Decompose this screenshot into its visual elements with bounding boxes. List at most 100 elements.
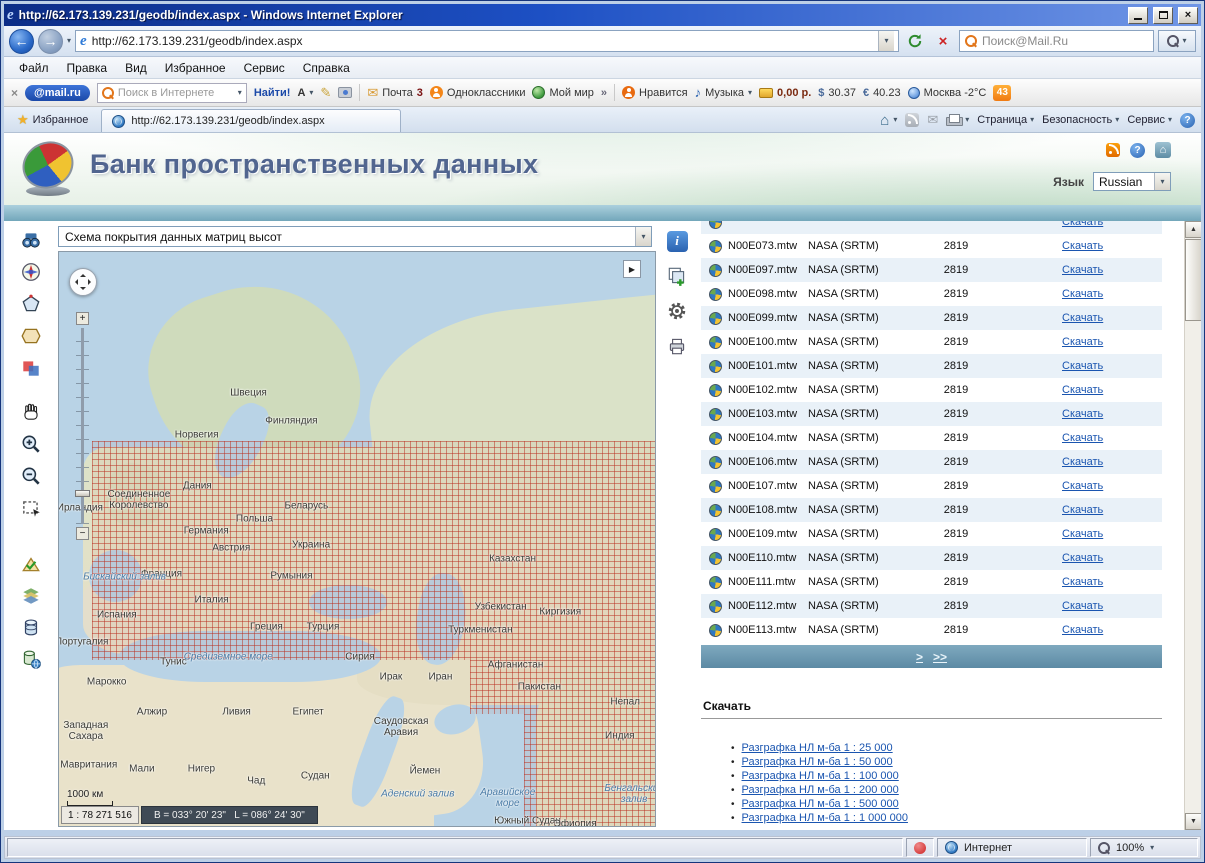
command-button[interactable]: Безопасность▾ — [1042, 114, 1119, 126]
download-list-link[interactable]: Разграфка НЛ м-ба 1 : 50 000 — [742, 756, 893, 768]
zoom-in-tool[interactable] — [18, 431, 44, 457]
download-link[interactable]: Скачать — [1062, 221, 1118, 228]
download-link[interactable]: Скачать — [1062, 504, 1118, 516]
download-list-link[interactable]: Разграфка НЛ м-ба 1 : 500 000 — [742, 798, 899, 810]
back-button[interactable]: ← — [9, 29, 34, 54]
map-pan-control[interactable] — [69, 268, 97, 296]
compass-tool[interactable] — [18, 259, 44, 285]
home-button[interactable]: ⌂▾ — [880, 113, 897, 128]
mailru-logo[interactable]: @mail.ru — [25, 85, 90, 101]
select-area-tool[interactable] — [18, 495, 44, 521]
select-polygon-tool[interactable] — [18, 291, 44, 317]
download-link[interactable]: Скачать — [1062, 408, 1118, 420]
like-button[interactable]: Нравится — [622, 86, 688, 99]
download-link[interactable]: Скачать — [1062, 576, 1118, 588]
stop-button[interactable]: × — [931, 30, 955, 52]
zoom-plus-button[interactable]: + — [76, 312, 89, 325]
history-dropdown-icon[interactable]: ▾ — [67, 37, 71, 45]
map-zoom-slider[interactable]: + − — [75, 312, 91, 540]
menu-item[interactable]: Вид — [116, 59, 156, 77]
scrollbar-thumb[interactable] — [1185, 239, 1201, 321]
address-input[interactable]: e http://62.173.139.231/geodb/index.aspx… — [75, 30, 899, 52]
minimize-button[interactable] — [1128, 7, 1148, 24]
forward-button[interactable]: → — [38, 29, 63, 54]
download-link[interactable]: Скачать — [1062, 360, 1118, 372]
map-layer-select[interactable]: Схема покрытия данных матриц высот ▾ — [58, 226, 652, 247]
download-link[interactable]: Скачать — [1062, 336, 1118, 348]
download-link[interactable]: Скачать — [1062, 552, 1118, 564]
close-toolbar-icon[interactable]: × — [11, 86, 18, 100]
toolbar-overflow-icon[interactable]: » — [601, 87, 607, 99]
download-link[interactable]: Скачать — [1062, 264, 1118, 276]
feeds-icon[interactable] — [905, 113, 919, 127]
measure-tool[interactable] — [18, 551, 44, 577]
download-link[interactable]: Скачать — [1062, 312, 1118, 324]
download-list-link[interactable]: Разграфка НЛ м-ба 1 : 100 000 — [742, 770, 899, 782]
vertical-scrollbar[interactable]: ▲ ▼ — [1184, 221, 1201, 830]
photos-icon[interactable] — [338, 87, 352, 98]
wallet-button[interactable]: 0,00 р. — [759, 87, 811, 99]
usd-rate[interactable]: $ 30.37 — [818, 87, 856, 99]
download-link[interactable]: Скачать — [1062, 456, 1118, 468]
clip-tool[interactable] — [18, 355, 44, 381]
music-button[interactable]: ♪ Музыка▾ — [695, 85, 752, 100]
notification-badge[interactable]: 43 — [993, 85, 1011, 101]
export-database-tool[interactable] — [18, 615, 44, 641]
search-input[interactable]: Поиск@Mail.Ru — [959, 30, 1154, 52]
download-list-link[interactable]: Разграфка НЛ м-ба 1 : 1 000 000 — [742, 812, 908, 824]
menu-item[interactable]: Правка — [58, 59, 117, 77]
maximize-button[interactable] — [1153, 7, 1173, 24]
menu-item[interactable]: Файл — [10, 59, 58, 77]
search-button[interactable]: ▾ — [1158, 30, 1196, 52]
scroll-down-icon[interactable]: ▼ — [1185, 813, 1201, 830]
layers-tool[interactable] — [18, 583, 44, 609]
settings-tool[interactable] — [665, 299, 689, 323]
download-list-link[interactable]: Разграфка НЛ м-ба 1 : 25 000 — [742, 742, 893, 754]
site-help-icon[interactable]: ? — [1130, 143, 1145, 158]
read-mail-icon[interactable]: ✉ — [927, 112, 938, 128]
favorites-button[interactable]: ★ Избранное — [10, 108, 95, 132]
command-button[interactable]: Сервис▾ — [1127, 114, 1172, 126]
find-button[interactable]: Найти! — [254, 87, 291, 99]
menu-item[interactable]: Сервис — [235, 59, 294, 77]
print-button[interactable]: ▾ — [946, 114, 969, 126]
zoom-minus-button[interactable]: − — [76, 527, 89, 540]
menu-item[interactable]: Справка — [294, 59, 359, 77]
download-list-link[interactable]: Разграфка НЛ м-ба 1 : 200 000 — [742, 784, 899, 796]
download-link[interactable]: Скачать — [1062, 528, 1118, 540]
eur-rate[interactable]: € 40.23 — [863, 87, 901, 99]
add-layer-tool[interactable] — [665, 264, 689, 288]
language-select[interactable]: Russian ▾ — [1093, 172, 1171, 191]
moy-mir-button[interactable]: Мой мир — [532, 86, 593, 99]
panel-collapse-button[interactable]: ▶ — [623, 260, 641, 278]
download-link[interactable]: Скачать — [1062, 624, 1118, 636]
download-link[interactable]: Скачать — [1062, 480, 1118, 492]
address-dropdown-icon[interactable]: ▾ — [878, 31, 894, 51]
database-globe-tool[interactable] — [18, 647, 44, 673]
select-region-tool[interactable] — [18, 323, 44, 349]
mail-button[interactable]: ✉ Почта 3 — [367, 85, 423, 101]
browser-tab[interactable]: http://62.173.139.231/geodb/index.aspx — [101, 109, 401, 132]
close-button[interactable]: × — [1178, 7, 1198, 24]
download-link[interactable]: Скачать — [1062, 600, 1118, 612]
site-rss-icon[interactable] — [1106, 143, 1120, 157]
scroll-up-icon[interactable]: ▲ — [1185, 221, 1201, 238]
print-tool[interactable] — [665, 334, 689, 358]
zoom-pane[interactable]: 100% ▾ — [1090, 838, 1198, 857]
object-info-tool[interactable]: i — [665, 229, 689, 253]
odnoklassniki-button[interactable]: Одноклассники — [430, 86, 526, 99]
find-tool[interactable] — [18, 227, 44, 253]
pan-tool[interactable] — [18, 399, 44, 425]
command-button[interactable]: Страница▾ — [977, 114, 1034, 126]
zoom-slider-thumb[interactable] — [75, 490, 90, 497]
map-canvas[interactable]: ШвецияФинляндияНорвегияДанияСоединенное … — [58, 251, 656, 827]
select-dropdown-icon[interactable]: ▾ — [635, 227, 651, 246]
next-page-link[interactable]: > — [916, 650, 923, 664]
download-link[interactable]: Скачать — [1062, 240, 1118, 252]
menu-item[interactable]: Избранное — [156, 59, 235, 77]
download-link[interactable]: Скачать — [1062, 288, 1118, 300]
edit-icon[interactable]: ✎ — [320, 85, 331, 101]
last-page-link[interactable]: >> — [933, 650, 947, 664]
site-home-icon[interactable]: ⌂ — [1155, 142, 1171, 158]
help-icon[interactable]: ? — [1180, 113, 1195, 128]
